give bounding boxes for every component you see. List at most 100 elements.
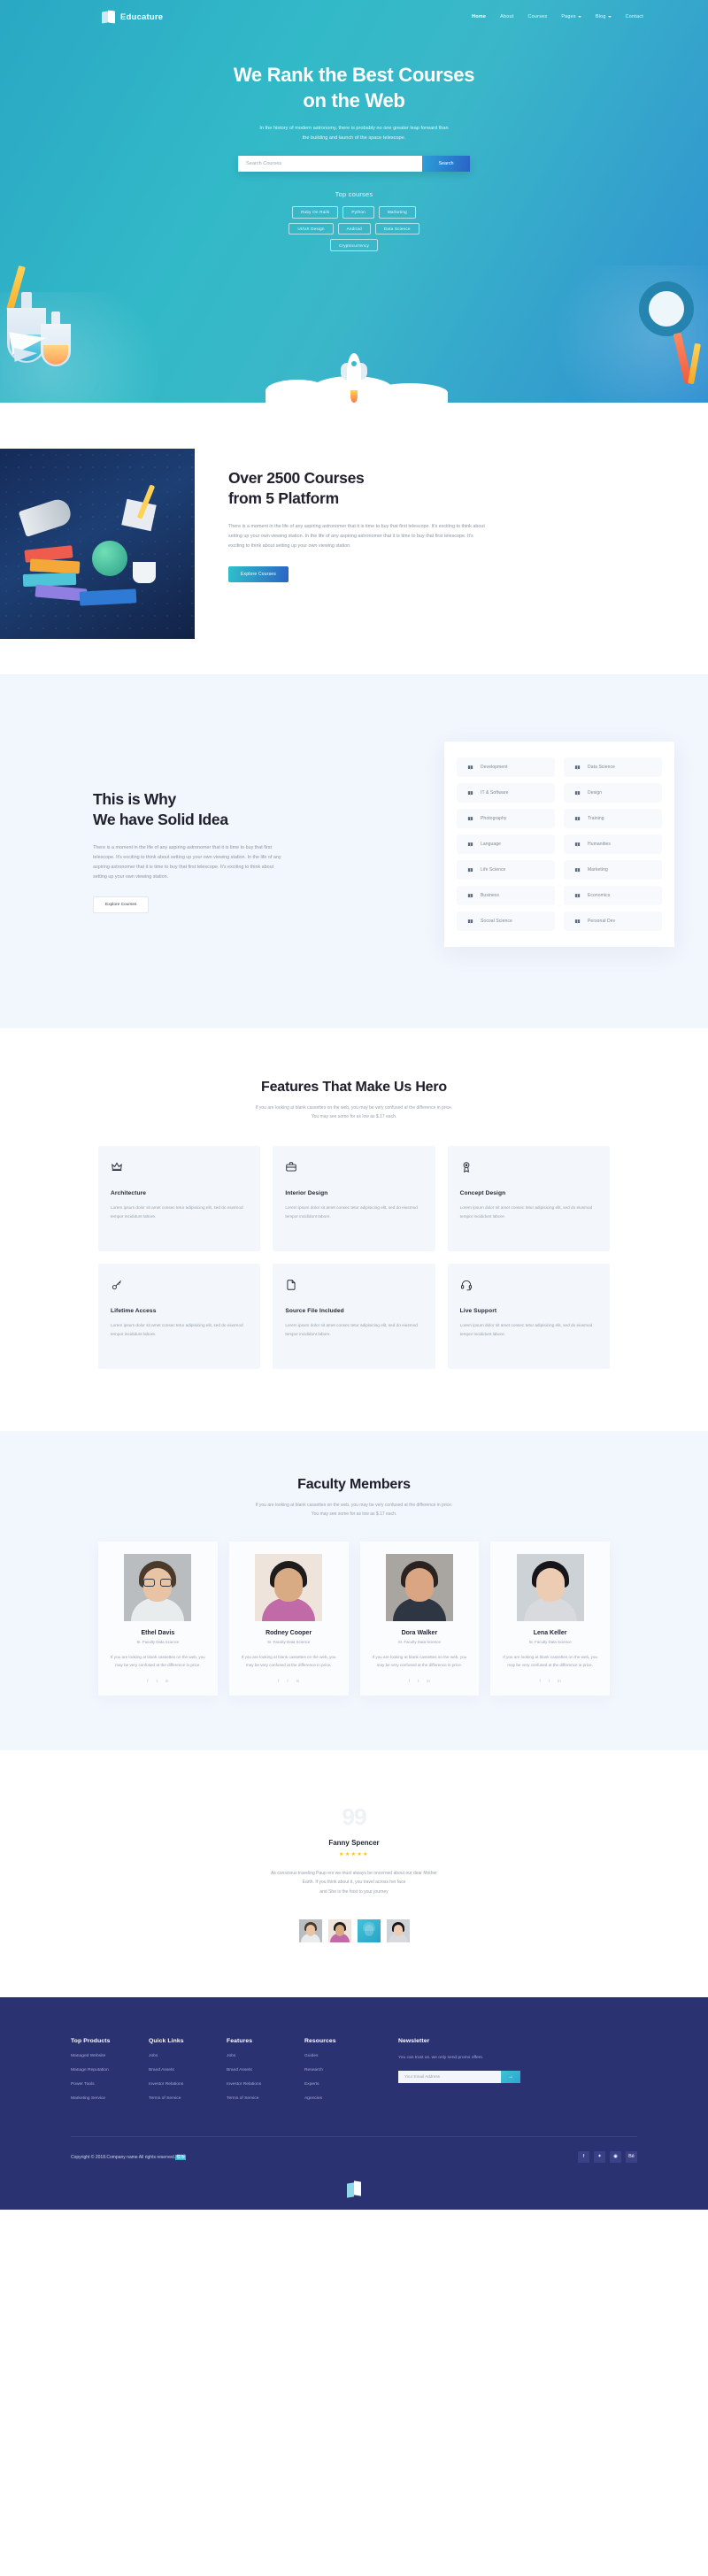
nav-item-home[interactable]: Home — [472, 14, 486, 19]
nav-item-blog[interactable]: Blog — [596, 14, 612, 19]
tag-python[interactable]: Python — [342, 205, 374, 219]
category-label: Socoal Science — [481, 919, 512, 924]
feature-desc: Lorem ipsum dolor sit amet consec tetur … — [285, 1323, 418, 1336]
faculty-card-lena-keller[interactable]: Lena Keller Sr. Faculty Data Science If … — [490, 1542, 610, 1696]
category-item-socoal-science[interactable]: Socoal Science — [457, 911, 555, 931]
footer-link[interactable]: Jobs — [149, 2054, 227, 2058]
footer-link[interactable]: Jobs — [227, 2054, 304, 2058]
category-item-development[interactable]: Development — [457, 757, 555, 777]
brand-logo[interactable]: Educature — [102, 9, 163, 24]
facebook-icon[interactable]: f — [540, 1679, 541, 1683]
footer-link[interactable]: Research — [304, 2068, 382, 2072]
feature-card-concept-design[interactable]: Concept Design Lorem ipsum dolor sit ame… — [447, 1146, 610, 1251]
footer-link[interactable]: Brand Assets — [227, 2068, 304, 2072]
book-logo-icon — [347, 2180, 361, 2198]
explore-courses-button-outline[interactable]: Explore Courses — [93, 896, 150, 913]
feature-card-source-file-included[interactable]: Source File Included Lorem ipsum dolor s… — [273, 1264, 435, 1369]
footer-link[interactable]: Terms of Service — [227, 2096, 304, 2101]
footer-logo[interactable] — [0, 2176, 708, 2210]
tag-ruby-on-rails[interactable]: Ruby On Rails — [292, 205, 339, 219]
twitter-icon[interactable]: ✦ — [594, 2150, 605, 2163]
twitter-icon[interactable]: t — [287, 1679, 288, 1683]
footer-link[interactable]: Agencies — [304, 2096, 382, 2101]
footer-link[interactable]: Terms of Service — [149, 2096, 227, 2101]
category-item-business[interactable]: Business — [457, 886, 555, 905]
category-item-economics[interactable]: Economics — [564, 886, 662, 905]
tag-row: UI/UX Design Android Data Science — [289, 222, 419, 235]
category-item-design[interactable]: Design — [564, 783, 662, 803]
tag-android[interactable]: Android — [337, 222, 371, 235]
search-button[interactable]: Search — [422, 155, 470, 172]
category-item-life-science[interactable]: Life Science — [457, 860, 555, 880]
features-grid: Architecture Lorem ipsum dolor sit amet … — [98, 1146, 610, 1369]
footer-link[interactable]: Investor Relations — [227, 2082, 304, 2087]
category-item-it-software[interactable]: IT & Software — [457, 783, 555, 803]
faculty-grid: Ethel Davis Sr. Faculty Data Science If … — [98, 1542, 610, 1696]
search-input[interactable] — [238, 155, 422, 172]
footer-link[interactable]: Managed Website — [71, 2054, 149, 2058]
testimonial-text-line2: Earth. If you think about it, you travel… — [302, 1880, 406, 1886]
faculty-card-ethel-davis[interactable]: Ethel Davis Sr. Faculty Data Science If … — [98, 1542, 218, 1696]
book-icon — [467, 790, 473, 796]
nav-item-pages[interactable]: Pages — [561, 14, 581, 19]
faculty-card-rodney-cooper[interactable]: Rodney Cooper Sr. Faculty Data Science I… — [228, 1542, 349, 1696]
nav-item-contact[interactable]: Contact — [626, 14, 643, 19]
footer-link[interactable]: Investor Relations — [149, 2082, 227, 2087]
linkedin-icon[interactable]: in — [427, 1679, 430, 1683]
category-item-personal-dev[interactable]: Personal Dev — [564, 911, 662, 931]
solid-idea-title-line2: We have Solid Idea — [93, 811, 228, 829]
dribbble-icon[interactable]: ◉ — [610, 2150, 621, 2163]
tag-ui-ux-design[interactable]: UI/UX Design — [289, 222, 334, 235]
feature-card-interior-design[interactable]: Interior Design Lorem ipsum dolor sit am… — [273, 1146, 435, 1251]
category-item-data-science[interactable]: Data Science — [564, 757, 662, 777]
book-icon — [467, 816, 473, 821]
linkedin-icon[interactable]: in — [165, 1679, 169, 1683]
footer-link[interactable]: Experts — [304, 2082, 382, 2087]
top-courses-label: Top courses — [335, 189, 373, 198]
category-item-marketing[interactable]: Marketing — [564, 860, 662, 880]
facebook-icon[interactable]: f — [147, 1679, 148, 1683]
testimonial-avatar-3[interactable] — [357, 1919, 381, 1943]
explore-courses-button[interactable]: Explore Courses — [228, 565, 289, 582]
footer-link[interactable]: Power Tools — [71, 2082, 149, 2087]
twitter-icon[interactable]: t — [418, 1679, 419, 1683]
testimonial-avatar-1[interactable] — [298, 1919, 322, 1943]
tag-data-science[interactable]: Data Science — [374, 222, 419, 235]
category-item-photography[interactable]: Photography — [457, 809, 555, 828]
tag-cryptocurrency[interactable]: Cryptocurrency — [330, 239, 378, 252]
category-item-humanities[interactable]: Humanities — [564, 834, 662, 854]
feature-card-live-support[interactable]: Live Support Lorem ipsum dolor sit amet … — [447, 1264, 610, 1369]
linkedin-icon[interactable]: in — [558, 1679, 561, 1683]
facebook-icon[interactable]: f — [409, 1679, 410, 1683]
tag-marketing[interactable]: Marketing — [378, 205, 416, 219]
tag-row: Ruby On Rails Python Marketing — [292, 205, 416, 219]
linkedin-icon[interactable]: in — [296, 1679, 300, 1683]
footer-link[interactable]: Guides — [304, 2054, 382, 2058]
category-item-language[interactable]: Language — [457, 834, 555, 854]
nav-item-about[interactable]: About — [500, 14, 513, 19]
newsletter-email-input[interactable] — [398, 2070, 501, 2083]
footer-link[interactable]: Marketing Service — [71, 2096, 149, 2101]
twitter-icon[interactable]: t — [549, 1679, 550, 1683]
twitter-icon[interactable]: t — [157, 1679, 158, 1683]
newsletter-submit-button[interactable]: → — [501, 2070, 520, 2083]
promo-body: There is a moment in the life of any asp… — [228, 523, 485, 549]
feature-card-architecture[interactable]: Architecture Lorem ipsum dolor sit amet … — [98, 1146, 261, 1251]
hero-search-bar: Search — [238, 155, 470, 172]
nav-item-courses[interactable]: Courses — [528, 14, 548, 19]
feature-title: Interior Design — [285, 1190, 328, 1196]
copyright-badge[interactable]: 模板 — [175, 2154, 187, 2160]
footer-link[interactable]: Brand Assets — [149, 2068, 227, 2072]
newsletter-form: → — [398, 2070, 520, 2083]
facebook-icon[interactable]: f — [578, 2150, 589, 2163]
footer-link[interactable]: Manage Reputation — [71, 2068, 149, 2072]
feature-card-lifetime-access[interactable]: Lifetime Access Lorem ipsum dolor sit am… — [98, 1264, 261, 1369]
testimonial-avatar-2[interactable] — [327, 1919, 351, 1943]
book-icon — [467, 919, 473, 924]
category-item-training[interactable]: Training — [564, 809, 662, 828]
facebook-icon[interactable]: f — [278, 1679, 279, 1683]
promo-section: Over 2500 Courses from 5 Platform There … — [0, 403, 708, 674]
faculty-card-dora-walker[interactable]: Dora Walker Sr. Faculty Data Science If … — [359, 1542, 480, 1696]
testimonial-avatar-4[interactable] — [386, 1919, 410, 1943]
behance-icon[interactable]: Bē — [626, 2150, 637, 2163]
